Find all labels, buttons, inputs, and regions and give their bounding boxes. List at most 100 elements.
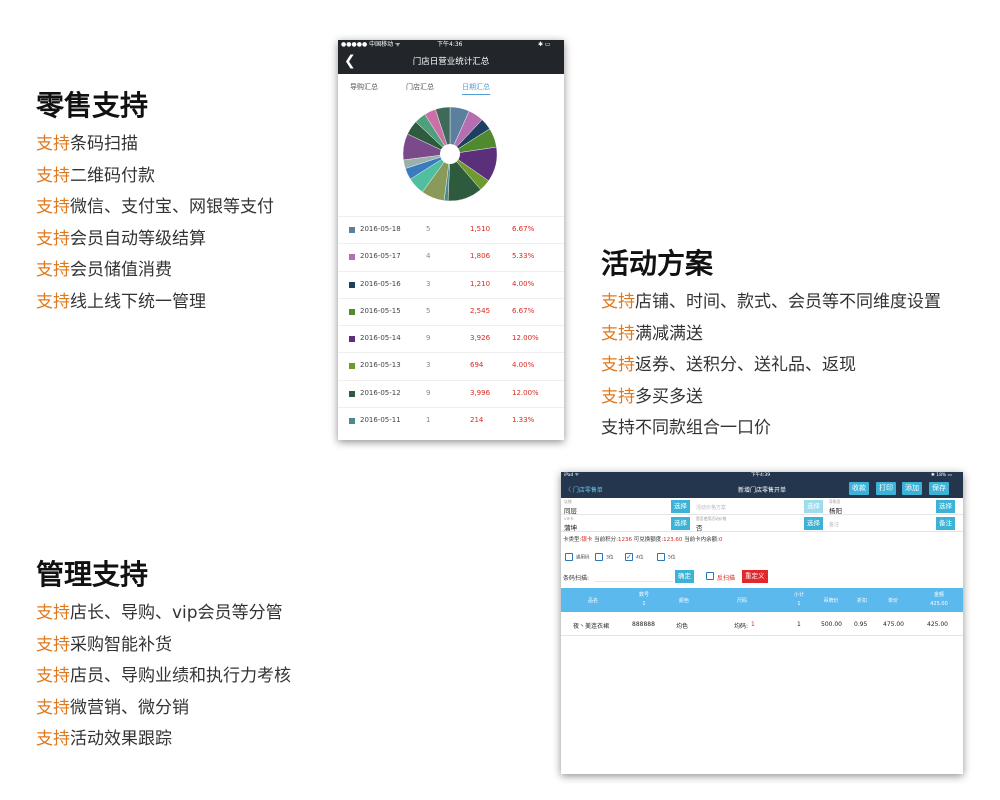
row-count: 5: [426, 225, 431, 233]
row-amount: 1,210: [470, 279, 491, 288]
retail-line-text: 二维码付款: [70, 165, 155, 186]
row-percent: 4.00%: [512, 279, 535, 288]
member-select-button[interactable]: 选择: [671, 517, 690, 530]
item-price: 500.00: [821, 621, 842, 628]
tab-guide-summary[interactable]: 导购汇总: [350, 82, 378, 92]
retail-line-highlight: 支持: [36, 260, 70, 280]
col-amount: 金额: [933, 592, 944, 598]
color-swatch: [349, 308, 355, 315]
retail-line-highlight: 支持: [36, 134, 70, 154]
row-percent: 1.33%: [512, 416, 535, 425]
remark-input[interactable]: 备注: [829, 521, 839, 528]
shop-select-button[interactable]: 选择: [671, 500, 690, 513]
activity-price-input[interactable]: 活动价格方案: [696, 504, 726, 511]
col-size: 尺码: [736, 598, 747, 604]
list-item[interactable]: 2016-05-11 1 214 1.33%: [338, 407, 564, 434]
col-name: 品名: [587, 598, 598, 604]
use-activity-select-button[interactable]: 选择: [804, 517, 823, 530]
col-price: 吊牌价: [823, 598, 839, 604]
tablet-battery-icon: ✱ 18% ▭: [931, 473, 952, 478]
list-item[interactable]: 2016-05-12 9 3,996 12.00%: [338, 379, 564, 407]
row-count: 3: [426, 361, 431, 370]
retail-line-highlight: 支持: [36, 197, 70, 217]
management-line-text: 微营销、微分销: [70, 697, 189, 718]
activity-title: 活动方案: [601, 247, 714, 280]
table-row[interactable]: 夜丶美连衣裙 888888 均色 均码: 1 1 500.00 0.95 475.…: [561, 612, 963, 636]
row-count: 5: [426, 306, 431, 315]
list-item[interactable]: 2016-05-18 5 1,510 6.67%: [338, 216, 564, 243]
list-item[interactable]: 2016-05-16 3 1,210 4.00%: [338, 270, 564, 298]
color-swatch: [349, 336, 355, 343]
remark-button[interactable]: 备注: [936, 517, 955, 530]
management-line-highlight: 支持: [36, 697, 70, 718]
tablet-time: 下午4:39: [751, 473, 771, 478]
phone-screenshot: ●●●●● 中国移动 ᯤ 下午4:36 ✱ ▭ ❮ 门店日营业统计汇总 导购汇总…: [338, 40, 564, 440]
tablet-nav-bar: 〈 门店零售单 新增门店零售开单 收款 打印 添加 保存: [561, 479, 963, 498]
col-qty-total: 1: [642, 601, 646, 607]
confirm-button[interactable]: 确定: [675, 570, 694, 583]
row-amount: 1,806: [470, 252, 491, 261]
reset-button[interactable]: 重定义: [742, 570, 768, 583]
retail-line: 支持线上线下统一管理: [36, 287, 274, 319]
barcode-option-label: 通用码: [576, 555, 590, 561]
card-info: 卡类型:银卡 当前积分:1236 可兑换额度:123.60 当前卡内余额:0: [563, 535, 722, 543]
row-date: 2016-05-17: [360, 252, 401, 261]
member-value[interactable]: 蒲坤: [564, 522, 577, 532]
checkbox-checked-icon[interactable]: ✓: [625, 553, 633, 561]
phone-carrier: ●●●●● 中国移动 ᯤ: [341, 41, 401, 48]
reverse-scan-label: 反扫描: [717, 575, 736, 582]
save-button[interactable]: 保存: [929, 482, 949, 495]
activity-line-text: 返券、送积分、送礼品、返现: [635, 355, 856, 375]
retail-line-highlight: 支持: [36, 228, 70, 249]
shop-value[interactable]: 同层: [564, 505, 577, 515]
tab-date-summary[interactable]: 日期汇总: [462, 82, 490, 95]
retail-line-text: 微信、支付宝、网银等支付: [70, 197, 274, 217]
color-swatch: [349, 254, 355, 261]
reverse-scan-checkbox[interactable]: [706, 572, 714, 580]
barcode-option[interactable]: 5位: [657, 553, 675, 561]
list-item[interactable]: 2016-05-14 9 3,926 12.00%: [338, 325, 564, 352]
row-count: 3: [426, 279, 431, 288]
management-line: 支持微营销、微分销: [36, 693, 291, 725]
management-title: 管理支持: [36, 558, 149, 591]
row-percent: 6.67%: [512, 306, 535, 315]
redeem-value: 123.60: [663, 537, 683, 543]
management-lines: 支持店长、导购、vip会员等分管 支持采购智能补货 支持店员、导购业绩和执行力考核支…: [36, 598, 291, 756]
retail-line-highlight: 支持: [36, 165, 70, 186]
barcode-scan-input[interactable]: [595, 570, 673, 582]
retail-section: 零售支持 支持条码扫描 支持二维码付款 支持微信、支付宝、网银等支付 支持会员自动等级…: [36, 87, 274, 318]
card-type-label: 卡类型:: [563, 537, 582, 543]
activity-line: 支持返券、送积分、送礼品、返现: [601, 350, 941, 382]
retail-line-text: 会员自动等级结算: [70, 228, 206, 249]
back-icon[interactable]: ❮: [344, 50, 356, 72]
management-line: 支持店员、导购业绩和执行力考核: [36, 661, 291, 693]
collect-button[interactable]: 收款: [849, 482, 869, 495]
management-line: 支持活动效果跟踪: [36, 724, 291, 756]
list-item[interactable]: 2016-05-13 3 694 4.00%: [338, 352, 564, 379]
list-item[interactable]: 2016-05-15 5 2,545 6.67%: [338, 297, 564, 325]
color-swatch: [349, 363, 355, 370]
print-button[interactable]: 打印: [876, 482, 896, 495]
row-date: 2016-05-11: [360, 416, 401, 425]
guide-value[interactable]: 杨阳: [829, 505, 842, 515]
guide-select-button[interactable]: 选择: [936, 500, 955, 513]
row-date: 2016-05-18: [360, 225, 401, 233]
checkbox-icon[interactable]: [595, 553, 603, 561]
barcode-option[interactable]: ✓ 4位: [625, 553, 643, 561]
item-qty: 1: [797, 621, 801, 628]
row-amount: 1,510: [470, 225, 491, 233]
list-item[interactable]: 2016-05-17 4 1,806 5.33%: [338, 243, 564, 270]
checkbox-icon[interactable]: [565, 553, 573, 561]
management-line-highlight: 支持: [36, 666, 70, 686]
activity-select-button[interactable]: 选择: [804, 500, 823, 513]
barcode-option[interactable]: 3位: [595, 553, 613, 561]
retail-line-text: 会员储值消费: [70, 260, 172, 280]
add-button[interactable]: 添加: [902, 482, 922, 495]
activity-line-highlight: 支持: [601, 323, 635, 344]
color-swatch: [349, 227, 355, 233]
checkbox-icon[interactable]: [657, 553, 665, 561]
use-activity-value[interactable]: 否: [696, 522, 703, 532]
barcode-option[interactable]: 通用码: [565, 553, 590, 561]
item-size: 均码:: [734, 623, 749, 630]
tab-store-summary[interactable]: 门店汇总: [406, 82, 434, 92]
